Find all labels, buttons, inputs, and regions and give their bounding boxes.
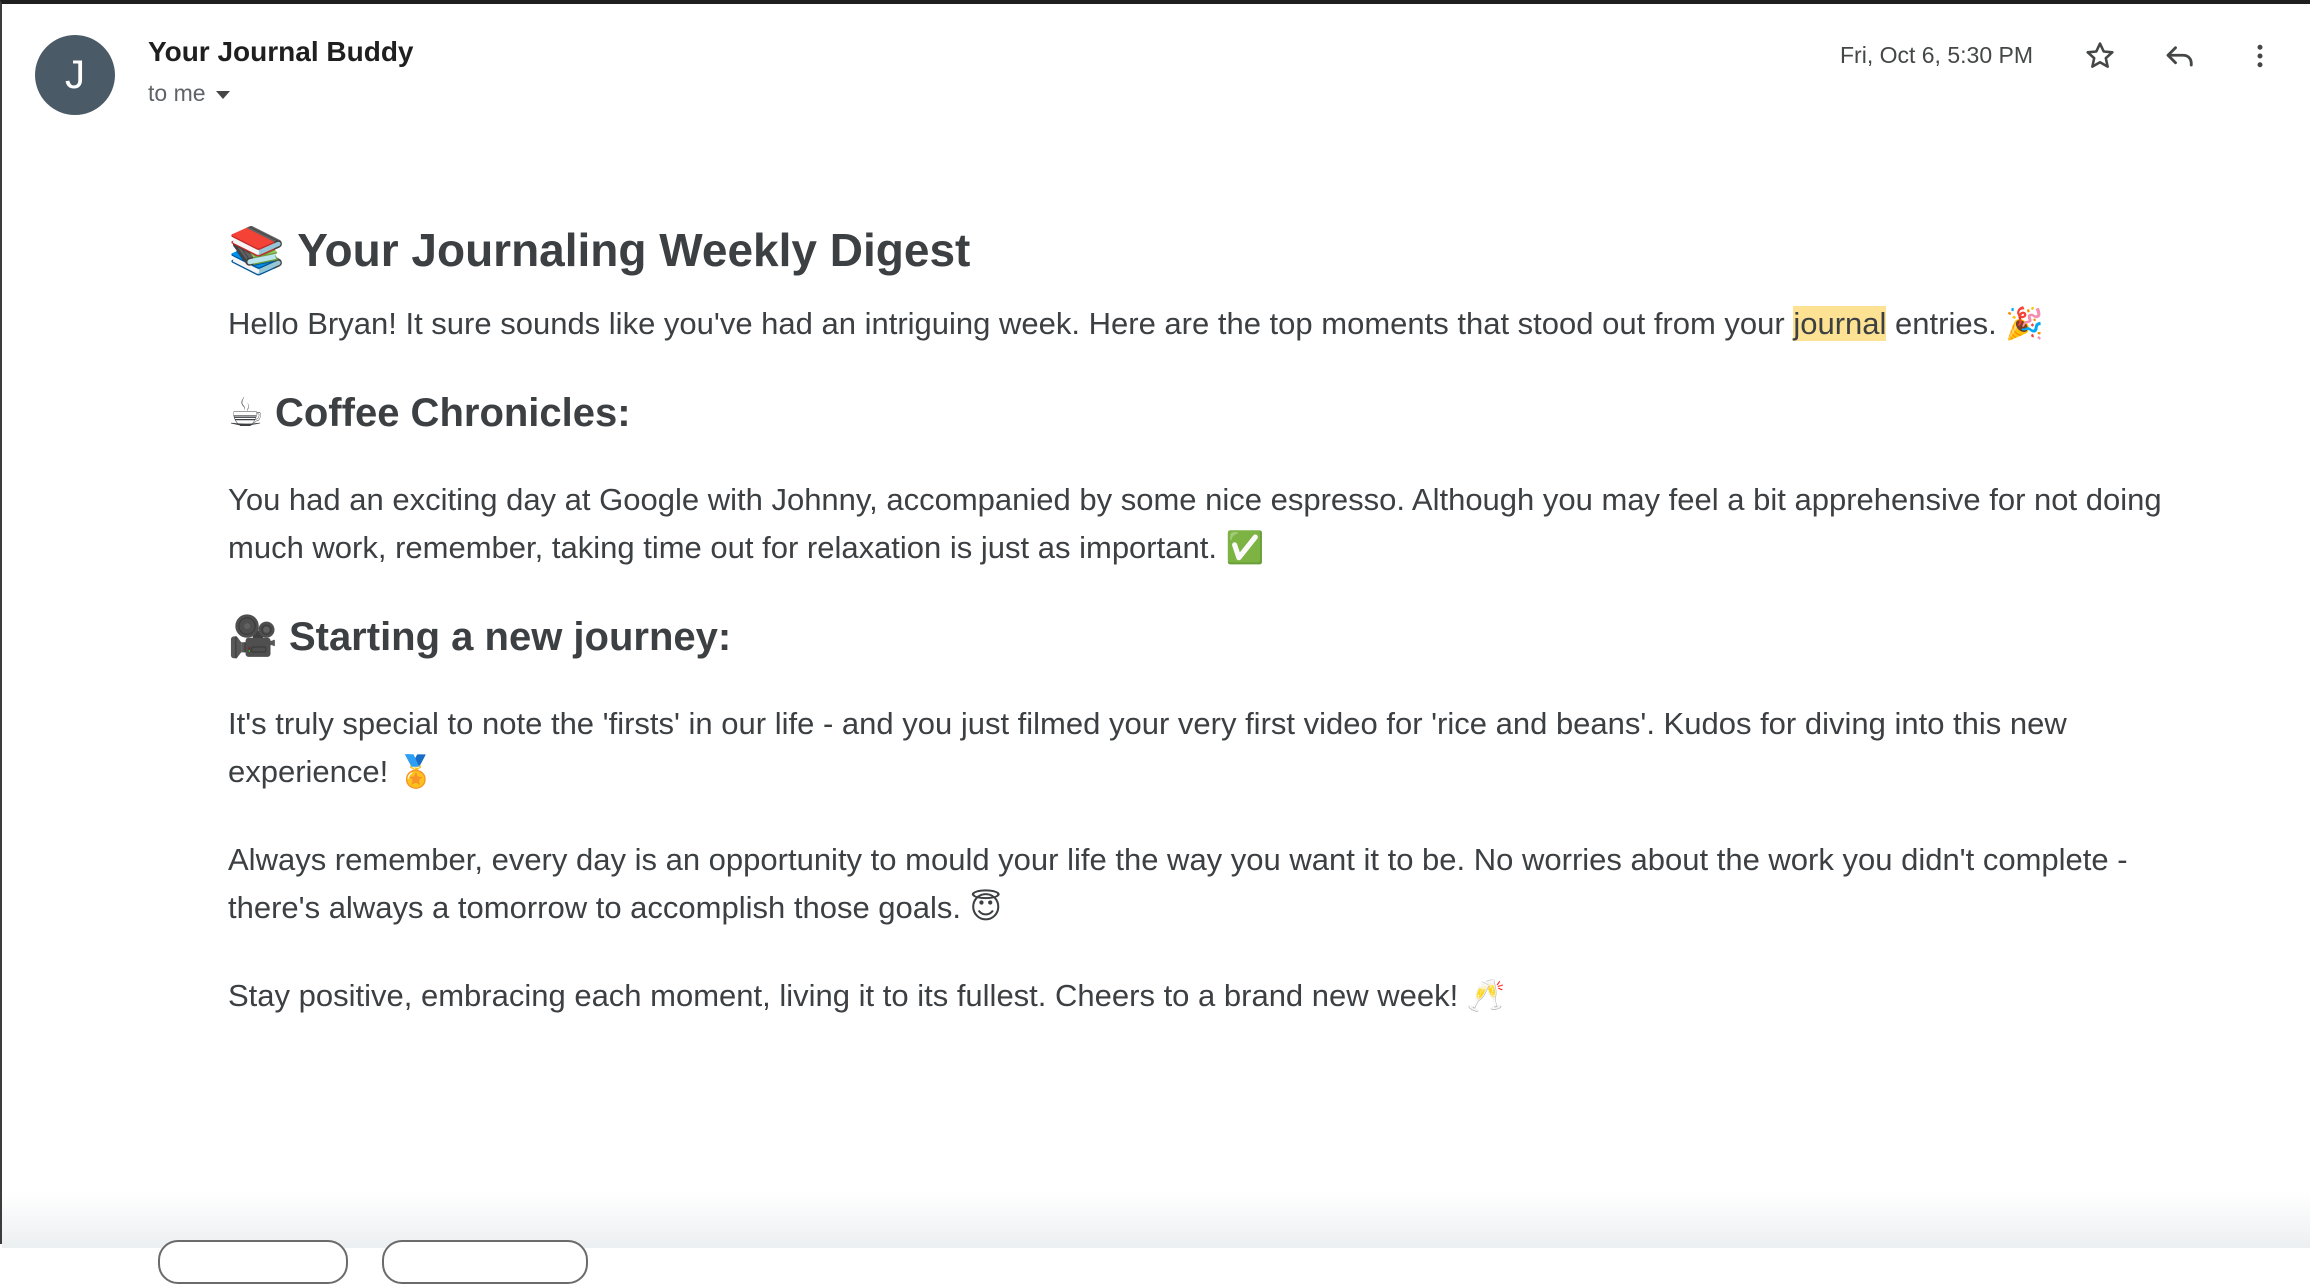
section-heading-journey: 🎥 Starting a new journey: — [228, 610, 2188, 664]
more-options-button[interactable] — [2238, 34, 2282, 78]
chevron-down-icon[interactable] — [215, 90, 230, 99]
journey-paragraph: It's truly special to note the 'firsts' … — [228, 700, 2188, 796]
recipient-label: to me — [148, 80, 206, 106]
closing-paragraph: Stay positive, embracing each moment, li… — [228, 972, 2188, 1020]
footer-fade — [2, 1192, 2310, 1248]
email-view: J Your Journal Buddy to me Fri, Oct 6, 5… — [0, 0, 2310, 1284]
reply-icon — [2166, 46, 2193, 67]
title-text: Your Journaling Weekly Digest — [297, 224, 971, 276]
camera-emoji: 🎥 — [228, 614, 278, 660]
star-icon — [2086, 42, 2114, 68]
recipient-details-toggle[interactable]: to me — [148, 80, 230, 107]
reply-button[interactable] — [2158, 34, 2202, 78]
paragraph-text: Stay positive, embracing each moment, li… — [228, 978, 1467, 1013]
avatar[interactable]: J — [35, 35, 115, 115]
paragraph-text: Always remember, every day is an opportu… — [228, 842, 2128, 925]
books-emoji: 📚 — [228, 223, 286, 277]
coffee-paragraph: You had an exciting day at Google with J… — [228, 476, 2188, 572]
email-title: 📚 Your Journaling Weekly Digest — [228, 220, 2188, 280]
paragraph-text: It's truly special to note the 'firsts' … — [228, 706, 2067, 789]
party-emoji: 🎉 — [2005, 306, 2044, 342]
section-title: Starting a new journey: — [288, 615, 732, 659]
greeting-paragraph: Hello Bryan! It sure sounds like you've … — [228, 300, 2188, 348]
forward-chip-button[interactable] — [382, 1240, 588, 1284]
encouragement-paragraph: Always remember, every day is an opportu… — [228, 836, 2188, 932]
email-body: 📚 Your Journaling Weekly Digest Hello Br… — [228, 204, 2188, 1020]
email-date: Fri, Oct 6, 5:30 PM — [1840, 42, 2033, 68]
halo-emoji: 😇 — [969, 890, 1002, 926]
cheers-emoji: 🥂 — [1466, 978, 1506, 1014]
reply-chip-button[interactable] — [158, 1240, 348, 1284]
paragraph-text: You had an exciting day at Google with J… — [228, 482, 2162, 565]
greeting-text: Hello Bryan! It sure sounds like you've … — [228, 306, 1794, 341]
check-emoji: ✅ — [1225, 530, 1265, 566]
highlighted-word: journal — [1793, 306, 1887, 341]
greeting-text-end: entries. — [1886, 306, 2006, 341]
section-heading-coffee: ☕ Coffee Chronicles: — [228, 386, 2188, 440]
section-title: Coffee Chronicles: — [274, 391, 631, 435]
star-button[interactable] — [2078, 34, 2122, 78]
email-header: J Your Journal Buddy to me Fri, Oct 6, 5… — [2, 4, 2310, 124]
coffee-emoji: ☕ — [228, 390, 264, 436]
medal-emoji: 🏅 — [396, 754, 436, 790]
sender-name[interactable]: Your Journal Buddy — [148, 36, 414, 68]
more-vert-icon — [2257, 44, 2263, 68]
